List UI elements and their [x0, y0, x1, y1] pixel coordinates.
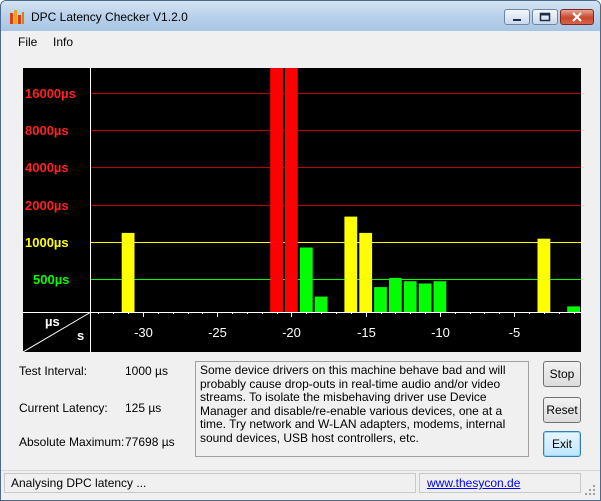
stop-button[interactable]: Stop: [543, 361, 581, 387]
y-tick-label: 8000µs: [25, 123, 69, 138]
latency-bar: [403, 281, 417, 312]
status-text: Analysing DPC latency ...: [11, 476, 147, 490]
latency-bar: [418, 283, 432, 312]
x-tick-label: -30: [134, 325, 153, 340]
y-tick-label: 2000µs: [25, 198, 69, 213]
x-tick-label: -5: [509, 325, 521, 340]
maximize-button[interactable]: [532, 9, 558, 25]
y-unit-label: µs: [45, 314, 60, 329]
latency-bar: [314, 296, 328, 312]
test-interval-label: Test Interval:: [19, 364, 88, 378]
close-button[interactable]: [560, 9, 594, 25]
latency-bar: [537, 238, 551, 312]
diagnostic-message: Some device drivers on this machine beha…: [195, 361, 529, 457]
menu-file[interactable]: File: [18, 35, 37, 49]
latency-chart: 16000µs 8000µs 4000µs 2000µs 1000µs 500µs -30 -…: [22, 68, 581, 353]
reset-button[interactable]: Reset: [543, 397, 581, 423]
resize-grip-icon[interactable]: [584, 484, 596, 496]
absolute-maximum-value: 77698 µs: [125, 435, 175, 449]
menu-info[interactable]: Info: [53, 35, 73, 49]
website-link[interactable]: www.thesycon.de: [427, 476, 520, 490]
absolute-maximum-label: Absolute Maximum:: [19, 435, 125, 449]
app-bars-icon: [10, 10, 24, 24]
latency-bar: [359, 232, 373, 312]
close-icon: [572, 12, 582, 22]
menu-bar: File Info: [1, 31, 600, 53]
x-tick-label: -15: [357, 325, 376, 340]
y-tick-label: 500µs: [33, 272, 69, 287]
current-latency-label: Current Latency:: [19, 401, 108, 415]
latency-bar: [433, 281, 447, 312]
x-tick-label: -20: [282, 325, 301, 340]
test-interval-value: 1000 µs: [125, 364, 168, 378]
title-bar[interactable]: DPC Latency Checker V1.2.0: [1, 1, 600, 31]
minimize-button[interactable]: [504, 9, 530, 25]
latency-bar: [121, 232, 135, 312]
maximize-icon: [539, 12, 551, 22]
y-tick-label: 16000µs: [25, 86, 76, 101]
exit-button[interactable]: Exit: [543, 431, 581, 457]
x-tick-label: -25: [208, 325, 227, 340]
latency-bar: [374, 287, 387, 312]
y-tick-label: 4000µs: [25, 160, 69, 175]
latency-bar: [389, 277, 402, 312]
latency-chart-svg: 16000µs 8000µs 4000µs 2000µs 1000µs 500µs -30 -…: [22, 68, 581, 353]
y-tick-label: 1000µs: [25, 235, 69, 250]
minimize-icon: [513, 19, 521, 21]
app-window: DPC Latency Checker V1.2.0 File Info 160…: [0, 0, 601, 501]
latency-bar: [299, 247, 313, 312]
current-latency-value: 125 µs: [125, 401, 162, 415]
x-tick-label: -10: [431, 325, 450, 340]
window-title: DPC Latency Checker V1.2.0: [31, 10, 188, 24]
latency-bar: [567, 306, 580, 312]
x-unit-label: s: [77, 328, 84, 343]
latency-bar: [344, 216, 358, 312]
latency-bar: [270, 68, 283, 312]
latency-bar: [285, 68, 298, 312]
